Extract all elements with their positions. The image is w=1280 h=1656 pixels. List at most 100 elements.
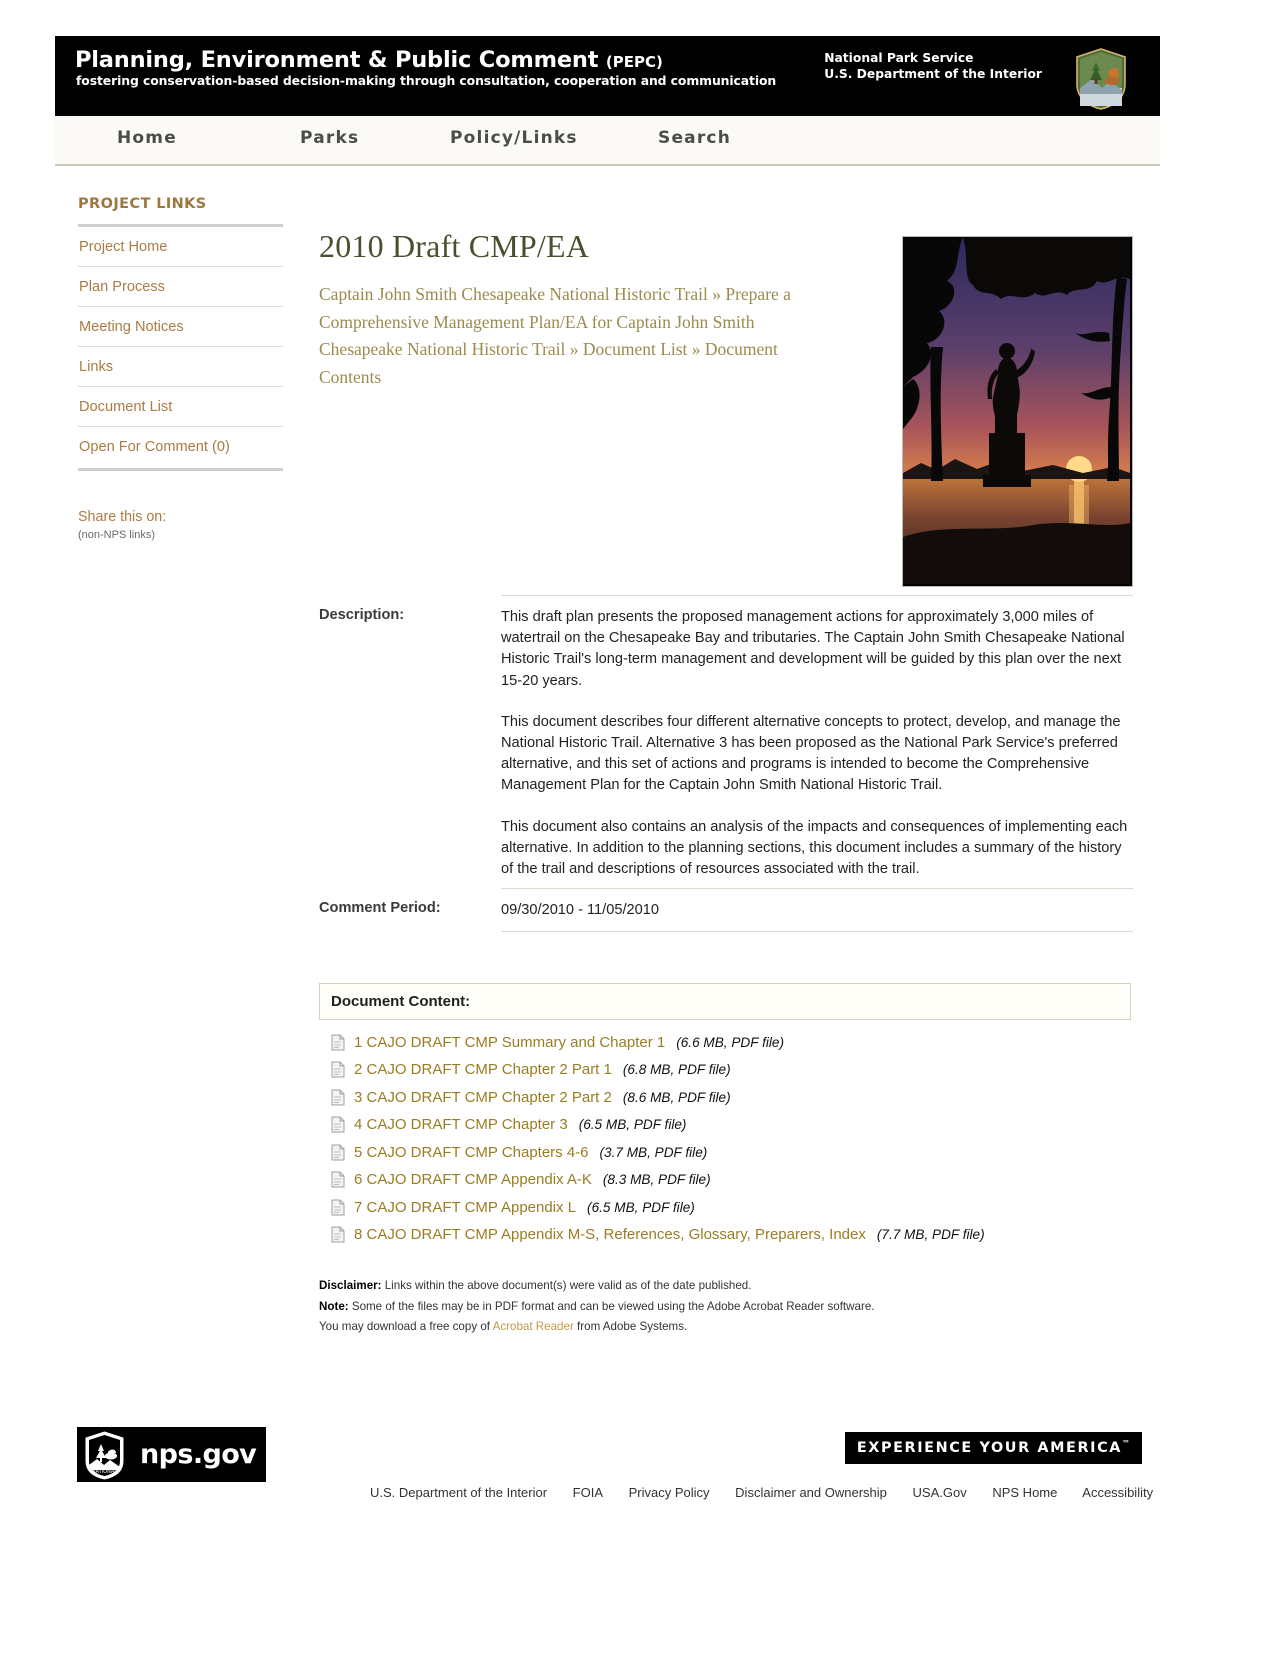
- breadcrumb-separator-3: »: [691, 339, 701, 359]
- comment-period-row: Comment Period: 09/30/2010 - 11/05/2010: [319, 888, 1133, 933]
- sidebar-item-links[interactable]: Links: [78, 347, 283, 387]
- document-list-item[interactable]: 7 CAJO DRAFT CMP Appendix L (6.5 MB, PDF…: [331, 1196, 1131, 1218]
- pdf-document-icon: [331, 1144, 346, 1161]
- sidebar-item-project-home[interactable]: Project Home: [78, 227, 283, 267]
- nps-arrowhead-icon: [1072, 48, 1130, 110]
- document-link[interactable]: 3 CAJO DRAFT CMP Chapter 2 Part 2: [354, 1089, 612, 1106]
- nav-item-search[interactable]: Search: [658, 128, 731, 148]
- footer-link-doi[interactable]: U.S. Department of the Interior: [370, 1485, 547, 1500]
- disclaimer-line: Disclaimer: Links within the above docum…: [319, 1276, 1119, 1297]
- breadcrumb-link-document-list[interactable]: Document List: [583, 339, 688, 359]
- note-line: Note: Some of the files may be in PDF fo…: [319, 1297, 1119, 1318]
- document-size: (8.3 MB, PDF file): [602, 1172, 711, 1187]
- pdf-document-icon: [331, 1089, 346, 1106]
- download-prefix: You may download a free copy of: [319, 1320, 493, 1333]
- document-size: (7.7 MB, PDF file): [876, 1227, 985, 1242]
- footer-link-foia[interactable]: FOIA: [573, 1485, 603, 1500]
- comment-period-value: 09/30/2010 - 11/05/2010: [501, 888, 1133, 933]
- document-link[interactable]: 4 CAJO DRAFT CMP Chapter 3: [354, 1116, 568, 1133]
- document-size: (6.5 MB, PDF file): [578, 1117, 687, 1132]
- sidebar-item-document-list[interactable]: Document List: [78, 387, 283, 427]
- site-title-text: Planning, Environment & Public Comment: [75, 47, 599, 73]
- pdf-document-icon: [331, 1199, 346, 1216]
- site-banner: Planning, Environment & Public Comment (…: [55, 36, 1160, 116]
- sidebar-item-meeting-notices[interactable]: Meeting Notices: [78, 307, 283, 347]
- experience-your-america-banner: EXPERIENCE YOUR AMERICA™: [844, 1432, 1142, 1464]
- pepc-document-contents-page: Planning, Environment & Public Comment (…: [0, 0, 1280, 1656]
- note-label: Note:: [319, 1299, 349, 1313]
- breadcrumb: Captain John Smith Chesapeake National H…: [319, 281, 839, 391]
- document-file-list: 1 CAJO DRAFT CMP Summary and Chapter 1 (…: [319, 1020, 1131, 1246]
- document-size: (8.6 MB, PDF file): [622, 1089, 731, 1105]
- document-link[interactable]: 6 CAJO DRAFT CMP Appendix A-K: [354, 1171, 592, 1188]
- project-links-sidebar: PROJECT LINKS Project Home Plan Process …: [78, 196, 286, 541]
- footer-link-nps-home[interactable]: NPS Home: [992, 1485, 1057, 1500]
- sidebar-item-plan-process[interactable]: Plan Process: [78, 267, 283, 307]
- footer-link-privacy-policy[interactable]: Privacy Policy: [629, 1485, 710, 1500]
- document-size: (3.7 MB, PDF file): [599, 1144, 708, 1160]
- breadcrumb-separator-1: »: [712, 284, 721, 304]
- disclaimer-section: Disclaimer: Links within the above docum…: [319, 1276, 1119, 1338]
- nps-gov-label: nps.gov: [132, 1427, 267, 1482]
- footer-link-accessibility[interactable]: Accessibility: [1082, 1485, 1153, 1500]
- share-note: (non-NPS links): [78, 529, 156, 541]
- main-navigation: Home Parks Policy/Links Search: [55, 116, 1160, 166]
- description-paragraph-2: This document describes four different a…: [501, 713, 1121, 794]
- pdf-document-icon: [331, 1226, 346, 1243]
- description-paragraph-3: This document also contains an analysis …: [501, 818, 1128, 878]
- document-metadata: Description: This draft plan presents th…: [319, 595, 1133, 933]
- document-size: (6.6 MB, PDF file): [676, 1034, 784, 1050]
- description-paragraph-1: This draft plan presents the proposed ma…: [501, 609, 1125, 689]
- nav-item-parks[interactable]: Parks: [300, 128, 359, 148]
- nps-gov-logo[interactable]: NATIONAL nps.gov: [77, 1427, 267, 1482]
- disclaimer-text: Links within the above document(s) were …: [381, 1279, 752, 1292]
- document-list-item[interactable]: 1 CAJO DRAFT CMP Summary and Chapter 1 (…: [331, 1031, 1131, 1053]
- experience-text: EXPERIENCE YOUR AMERICA: [856, 1439, 1122, 1456]
- disclaimer-label: Disclaimer:: [319, 1279, 382, 1292]
- footer-link-usa-gov[interactable]: USA.Gov: [913, 1485, 967, 1500]
- nav-item-home[interactable]: Home: [117, 128, 177, 148]
- pdf-document-icon: [331, 1116, 346, 1133]
- document-list-item[interactable]: 4 CAJO DRAFT CMP Chapter 3 (6.5 MB, PDF …: [331, 1114, 1131, 1136]
- document-link[interactable]: 8 CAJO DRAFT CMP Appendix M-S, Reference…: [354, 1226, 866, 1243]
- pdf-document-icon: [331, 1034, 346, 1051]
- document-list-item[interactable]: 8 CAJO DRAFT CMP Appendix M-S, Reference…: [331, 1224, 1131, 1246]
- document-link[interactable]: 2 CAJO DRAFT CMP Chapter 2 Part 1: [354, 1061, 612, 1078]
- document-content-section: Document Content: 1 CAJO DRAFT CMP Summa…: [319, 983, 1131, 1251]
- document-link[interactable]: 5 CAJO DRAFT CMP Chapters 4-6: [354, 1144, 589, 1161]
- trademark-symbol: ™: [1122, 1439, 1130, 1448]
- footer-divider: [0, 1400, 1280, 1401]
- document-list-item[interactable]: 2 CAJO DRAFT CMP Chapter 2 Part 1 (6.8 M…: [331, 1059, 1131, 1081]
- share-title: Share this on:: [78, 509, 167, 525]
- description-label: Description:: [319, 607, 405, 623]
- footer-links: U.S. Department of the Interior FOIA Pri…: [370, 1485, 1153, 1500]
- pdf-document-icon: [331, 1061, 346, 1078]
- breadcrumb-link-park[interactable]: Captain John Smith Chesapeake National H…: [319, 284, 708, 304]
- description-row: Description: This draft plan presents th…: [319, 595, 1133, 888]
- sidebar-bottom-divider: [78, 468, 283, 471]
- comment-period-label: Comment Period:: [319, 900, 441, 917]
- agency-identifier: National Park Service U.S. Department of…: [824, 50, 1042, 82]
- site-title: Planning, Environment & Public Comment (…: [75, 47, 663, 73]
- pdf-document-icon: [331, 1171, 346, 1188]
- sidebar-item-open-for-comment[interactable]: Open For Comment (0): [78, 427, 283, 466]
- share-section: Share this on: (non-NPS links): [78, 509, 286, 541]
- document-list-item[interactable]: 3 CAJO DRAFT CMP Chapter 2 Part 2 (8.6 M…: [331, 1086, 1131, 1108]
- document-size: (6.5 MB, PDF file): [587, 1199, 695, 1215]
- agency-department: U.S. Department of the Interior: [824, 67, 1042, 81]
- footer-link-disclaimer-ownership[interactable]: Disclaimer and Ownership: [735, 1485, 887, 1500]
- svg-text:NATIONAL: NATIONAL: [92, 1469, 117, 1475]
- document-link[interactable]: 1 CAJO DRAFT CMP Summary and Chapter 1: [354, 1034, 665, 1051]
- nav-item-policy-links[interactable]: Policy/Links: [450, 128, 578, 148]
- description-value: This draft plan presents the proposed ma…: [501, 595, 1133, 888]
- document-list-item[interactable]: 5 CAJO DRAFT CMP Chapters 4-6 (3.7 MB, P…: [331, 1141, 1131, 1163]
- nps-arrowhead-icon: NATIONAL: [77, 1427, 132, 1482]
- download-suffix: from Adobe Systems.: [573, 1320, 688, 1333]
- document-link[interactable]: 7 CAJO DRAFT CMP Appendix L: [354, 1199, 576, 1216]
- document-size: (6.8 MB, PDF file): [622, 1062, 731, 1077]
- document-list-item[interactable]: 6 CAJO DRAFT CMP Appendix A-K (8.3 MB, P…: [331, 1169, 1131, 1191]
- hero-photo: [902, 236, 1133, 587]
- acrobat-reader-link[interactable]: Acrobat Reader: [493, 1320, 574, 1333]
- breadcrumb-separator-2: »: [569, 339, 579, 359]
- note-text: Some of the files may be in PDF format a…: [348, 1299, 875, 1313]
